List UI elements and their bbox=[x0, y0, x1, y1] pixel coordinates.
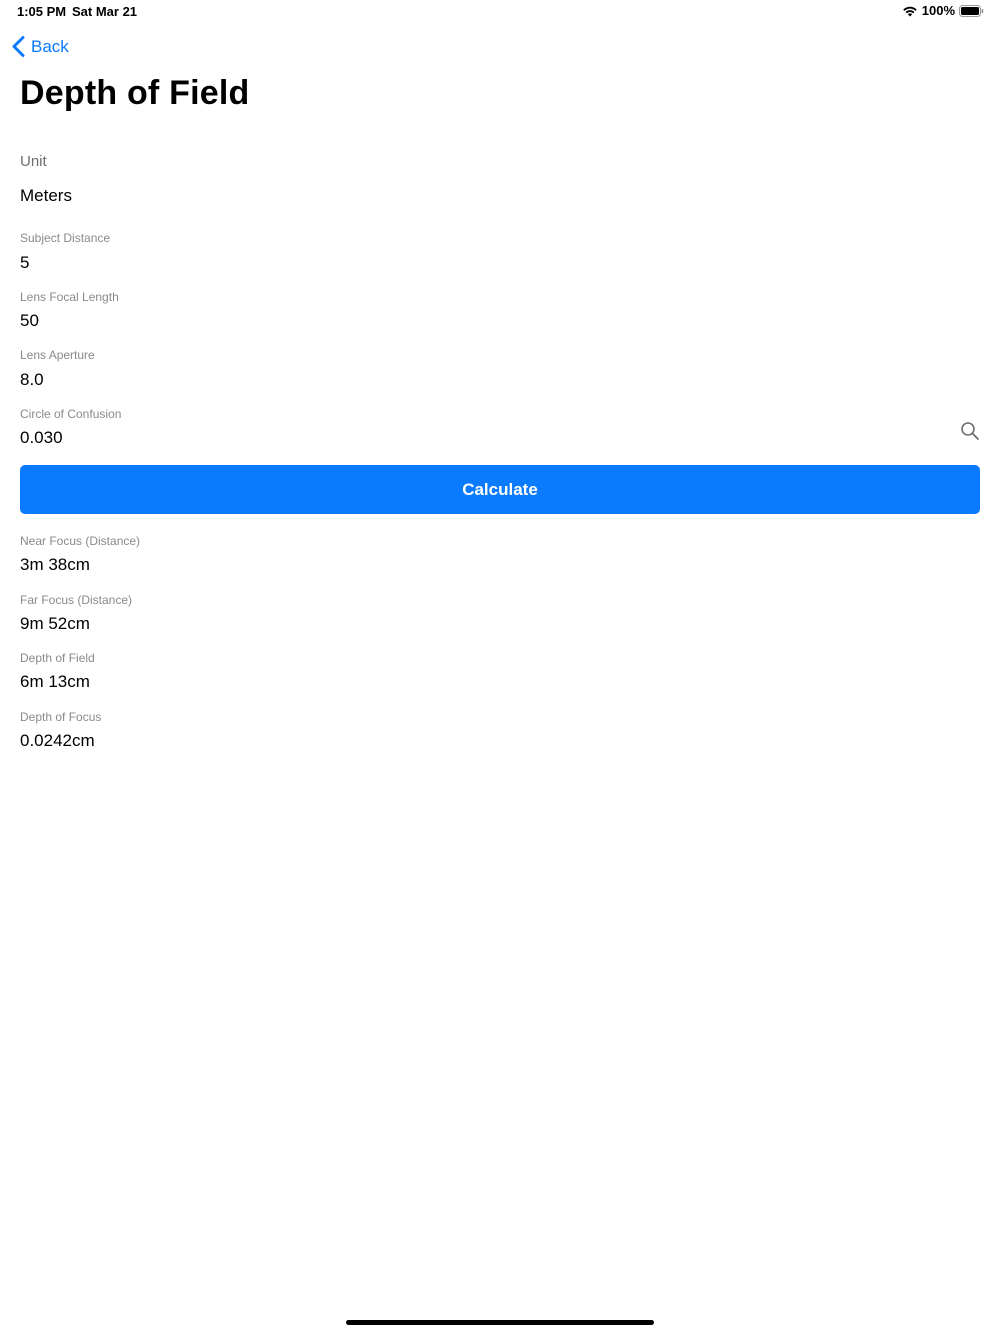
depth-of-focus-label: Depth of Focus bbox=[20, 710, 102, 724]
subject-distance-label: Subject Distance bbox=[20, 231, 111, 245]
search-icon[interactable] bbox=[960, 421, 980, 441]
far-focus-value: 9m 52cm bbox=[20, 614, 90, 633]
home-indicator[interactable] bbox=[346, 1320, 654, 1325]
unit-selector[interactable]: Meters bbox=[20, 186, 72, 206]
focal-length-label: Lens Focal Length bbox=[20, 290, 119, 304]
subject-distance-field[interactable]: 5 bbox=[20, 253, 29, 273]
back-button[interactable]: Back bbox=[12, 36, 69, 57]
depth-of-field-label: Depth of Field bbox=[20, 651, 95, 665]
coc-field[interactable]: 0.030 bbox=[20, 428, 63, 448]
calculate-button[interactable]: Calculate bbox=[20, 465, 980, 514]
status-indicators: 100% bbox=[902, 3, 984, 18]
back-label: Back bbox=[31, 36, 69, 56]
near-focus-label: Near Focus (Distance) bbox=[20, 534, 141, 548]
aperture-field[interactable]: 8.0 bbox=[20, 370, 44, 390]
battery-icon bbox=[959, 4, 984, 17]
aperture-label: Lens Aperture bbox=[20, 348, 95, 362]
depth-of-focus-value: 0.0242cm bbox=[20, 731, 95, 750]
focal-length-field[interactable]: 50 bbox=[20, 311, 39, 331]
battery-percent: 100% bbox=[921, 3, 955, 18]
depth-of-field-value: 6m 13cm bbox=[20, 672, 90, 691]
wifi-icon bbox=[902, 6, 917, 16]
chevron-left-icon bbox=[12, 36, 25, 57]
far-focus-label: Far Focus (Distance) bbox=[20, 593, 133, 607]
status-bar: 1:05 PM Sat Mar 21 100% bbox=[0, 0, 1000, 24]
status-time: 1:05 PM bbox=[17, 4, 67, 19]
page-title: Depth of Field bbox=[20, 74, 250, 112]
coc-label: Circle of Confusion bbox=[20, 407, 122, 421]
near-focus-value: 3m 38cm bbox=[20, 555, 90, 574]
unit-label: Unit bbox=[20, 153, 47, 170]
status-date: Sat Mar 21 bbox=[72, 4, 138, 19]
